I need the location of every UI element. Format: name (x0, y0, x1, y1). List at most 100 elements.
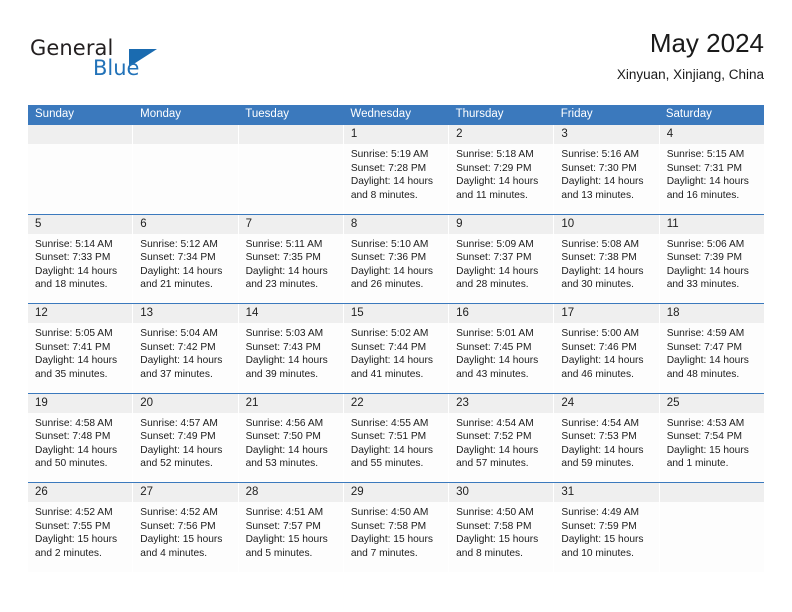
day-number: 31 (554, 483, 659, 502)
day-cell[interactable]: 28 Sunrise: 4:51 AM Sunset: 7:57 PM Dayl… (238, 483, 344, 572)
week-row: 19 Sunrise: 4:58 AM Sunset: 7:48 PM Dayl… (28, 392, 764, 482)
day-details: Sunrise: 4:55 AM Sunset: 7:51 PM Dayligh… (344, 413, 448, 471)
day-cell[interactable]: 20 Sunrise: 4:57 AM Sunset: 7:49 PM Dayl… (133, 393, 239, 482)
day-cell[interactable]: 8 Sunrise: 5:10 AM Sunset: 7:36 PM Dayli… (343, 214, 450, 303)
day-cell[interactable]: 16 Sunrise: 5:01 AM Sunset: 7:45 PM Dayl… (449, 304, 555, 393)
day-cell[interactable]: 10 Sunrise: 5:08 AM Sunset: 7:38 PM Dayl… (554, 214, 660, 303)
day-cell[interactable]: 21 Sunrise: 4:56 AM Sunset: 7:50 PM Dayl… (238, 393, 344, 482)
day-cell[interactable]: 4 Sunrise: 5:15 AM Sunset: 7:31 PM Dayli… (659, 125, 764, 214)
day-cell[interactable]: 9 Sunrise: 5:09 AM Sunset: 7:37 PM Dayli… (449, 214, 555, 303)
sunset-text: Sunset: 7:35 PM (245, 252, 321, 264)
sunrise-text: Sunrise: 4:58 AM (35, 417, 113, 429)
day-details: Sunrise: 5:06 AM Sunset: 7:39 PM Dayligh… (660, 234, 764, 292)
daylight-text-line2: and 39 minutes. (245, 368, 319, 380)
day-details: Sunrise: 4:52 AM Sunset: 7:56 PM Dayligh… (133, 502, 237, 560)
daylight-text-line1: Daylight: 14 hours (456, 176, 539, 188)
daylight-text-line1: Daylight: 15 hours (456, 534, 539, 546)
day-details: Sunrise: 5:16 AM Sunset: 7:30 PM Dayligh… (554, 144, 658, 202)
day-cell[interactable]: 29 Sunrise: 4:50 AM Sunset: 7:58 PM Dayl… (343, 483, 450, 572)
day-cell[interactable]: 26 Sunrise: 4:52 AM Sunset: 7:55 PM Dayl… (28, 483, 134, 572)
day-cell[interactable]: 1 Sunrise: 5:19 AM Sunset: 7:28 PM Dayli… (343, 125, 450, 214)
day-cell[interactable]: 13 Sunrise: 5:04 AM Sunset: 7:42 PM Dayl… (133, 304, 239, 393)
general-blue-logo[interactable]: General Blue (28, 34, 248, 90)
day-cell[interactable]: 27 Sunrise: 4:52 AM Sunset: 7:56 PM Dayl… (133, 483, 239, 572)
day-details: Sunrise: 4:53 AM Sunset: 7:54 PM Dayligh… (660, 413, 764, 471)
day-details: Sunrise: 5:10 AM Sunset: 7:36 PM Dayligh… (344, 234, 448, 292)
daylight-text-line2: and 8 minutes. (350, 189, 418, 201)
sunset-text: Sunset: 7:58 PM (456, 520, 532, 532)
day-cell[interactable]: 19 Sunrise: 4:58 AM Sunset: 7:48 PM Dayl… (28, 393, 134, 482)
daylight-text-line1: Daylight: 14 hours (561, 355, 644, 367)
day-details: Sunrise: 5:03 AM Sunset: 7:43 PM Dayligh… (239, 323, 343, 381)
sunrise-text: Sunrise: 5:11 AM (245, 238, 323, 250)
day-cell[interactable] (659, 483, 764, 572)
day-cell[interactable] (238, 125, 344, 214)
sunset-text: Sunset: 7:31 PM (666, 162, 743, 174)
day-cell[interactable]: 6 Sunrise: 5:12 AM Sunset: 7:34 PM Dayli… (133, 214, 239, 303)
sunrise-text: Sunrise: 5:03 AM (245, 328, 324, 339)
day-cell[interactable]: 22 Sunrise: 4:55 AM Sunset: 7:51 PM Dayl… (343, 393, 450, 482)
sunset-text: Sunset: 7:54 PM (666, 431, 743, 443)
sunset-text: Sunset: 7:55 PM (35, 520, 111, 532)
daylight-text-line1: Daylight: 14 hours (245, 444, 328, 456)
day-number: 18 (659, 304, 764, 323)
weekday-header-saturday: Saturday (665, 108, 712, 120)
daylight-text-line2: and 57 minutes. (456, 458, 529, 470)
sunset-text: Sunset: 7:45 PM (456, 341, 532, 353)
day-cell[interactable] (133, 125, 239, 214)
day-cell[interactable]: 31 Sunrise: 4:49 AM Sunset: 7:59 PM Dayl… (554, 483, 660, 572)
day-details: Sunrise: 5:09 AM Sunset: 7:37 PM Dayligh… (449, 234, 553, 292)
daylight-text-line1: Daylight: 14 hours (561, 265, 644, 277)
day-cell[interactable]: 12 Sunrise: 5:05 AM Sunset: 7:41 PM Dayl… (28, 304, 134, 393)
sunset-text: Sunset: 7:59 PM (561, 520, 637, 532)
day-cell[interactable]: 7 Sunrise: 5:11 AM Sunset: 7:35 PM Dayli… (238, 214, 344, 303)
daylight-text-line2: and 7 minutes. (350, 547, 418, 559)
day-number: 21 (238, 393, 343, 413)
day-cell[interactable] (28, 125, 134, 214)
daylight-text-line1: Daylight: 14 hours (456, 444, 539, 456)
day-number: 4 (659, 125, 764, 144)
day-number: 5 (28, 214, 133, 234)
day-number: 20 (133, 393, 238, 413)
sunrise-text: Sunrise: 4:57 AM (140, 417, 218, 429)
sunrise-text: Sunrise: 5:04 AM (140, 328, 218, 339)
sunrise-text: Sunrise: 5:00 AM (561, 328, 639, 339)
day-cell[interactable]: 25 Sunrise: 4:53 AM Sunset: 7:54 PM Dayl… (659, 393, 764, 482)
day-details: Sunrise: 4:50 AM Sunset: 7:58 PM Dayligh… (344, 502, 448, 560)
day-cell[interactable]: 5 Sunrise: 5:14 AM Sunset: 7:33 PM Dayli… (28, 214, 134, 303)
daylight-text-line1: Daylight: 14 hours (350, 444, 433, 456)
day-cell[interactable]: 14 Sunrise: 5:03 AM Sunset: 7:43 PM Dayl… (238, 304, 344, 393)
day-cell[interactable]: 30 Sunrise: 4:50 AM Sunset: 7:58 PM Dayl… (449, 483, 555, 572)
day-cell[interactable]: 23 Sunrise: 4:54 AM Sunset: 7:52 PM Dayl… (449, 393, 555, 482)
day-details: Sunrise: 5:14 AM Sunset: 7:33 PM Dayligh… (28, 234, 132, 292)
sunset-text: Sunset: 7:51 PM (350, 431, 427, 443)
day-cell[interactable]: 11 Sunrise: 5:06 AM Sunset: 7:39 PM Dayl… (659, 214, 764, 303)
day-details: Sunrise: 4:52 AM Sunset: 7:55 PM Dayligh… (28, 502, 132, 560)
logo-text-blue: Blue (93, 56, 140, 80)
day-details: Sunrise: 4:54 AM Sunset: 7:53 PM Dayligh… (554, 413, 658, 471)
daylight-text-line2: and 35 minutes. (35, 368, 108, 380)
daylight-text-line1: Daylight: 14 hours (140, 265, 223, 277)
week-row: 26 Sunrise: 4:52 AM Sunset: 7:55 PM Dayl… (28, 482, 764, 572)
day-cell[interactable]: 24 Sunrise: 4:54 AM Sunset: 7:53 PM Dayl… (554, 393, 660, 482)
daylight-text-line1: Daylight: 14 hours (456, 265, 539, 277)
daylight-text-line1: Daylight: 14 hours (35, 355, 118, 367)
sunrise-text: Sunrise: 5:15 AM (666, 149, 745, 160)
daylight-text-line2: and 28 minutes. (456, 279, 529, 291)
day-number: 22 (343, 393, 449, 413)
daylight-text-line1: Daylight: 14 hours (245, 355, 328, 367)
day-cell[interactable]: 18 Sunrise: 4:59 AM Sunset: 7:47 PM Dayl… (659, 304, 764, 393)
day-details: Sunrise: 5:12 AM Sunset: 7:34 PM Dayligh… (133, 234, 237, 292)
day-details: Sunrise: 4:49 AM Sunset: 7:59 PM Dayligh… (554, 502, 658, 560)
day-cell[interactable]: 15 Sunrise: 5:02 AM Sunset: 7:44 PM Dayl… (343, 304, 450, 393)
sunset-text: Sunset: 7:46 PM (561, 341, 637, 353)
day-cell[interactable]: 2 Sunrise: 5:18 AM Sunset: 7:29 PM Dayli… (449, 125, 555, 214)
sunrise-text: Sunrise: 5:02 AM (350, 328, 429, 339)
sunset-text: Sunset: 7:50 PM (245, 431, 321, 443)
day-number (28, 125, 133, 144)
day-cell[interactable]: 17 Sunrise: 5:00 AM Sunset: 7:46 PM Dayl… (554, 304, 660, 393)
sunrise-text: Sunrise: 4:52 AM (35, 507, 113, 518)
sunset-text: Sunset: 7:53 PM (561, 431, 637, 443)
day-number: 29 (343, 483, 449, 502)
day-cell[interactable]: 3 Sunrise: 5:16 AM Sunset: 7:30 PM Dayli… (554, 125, 660, 214)
